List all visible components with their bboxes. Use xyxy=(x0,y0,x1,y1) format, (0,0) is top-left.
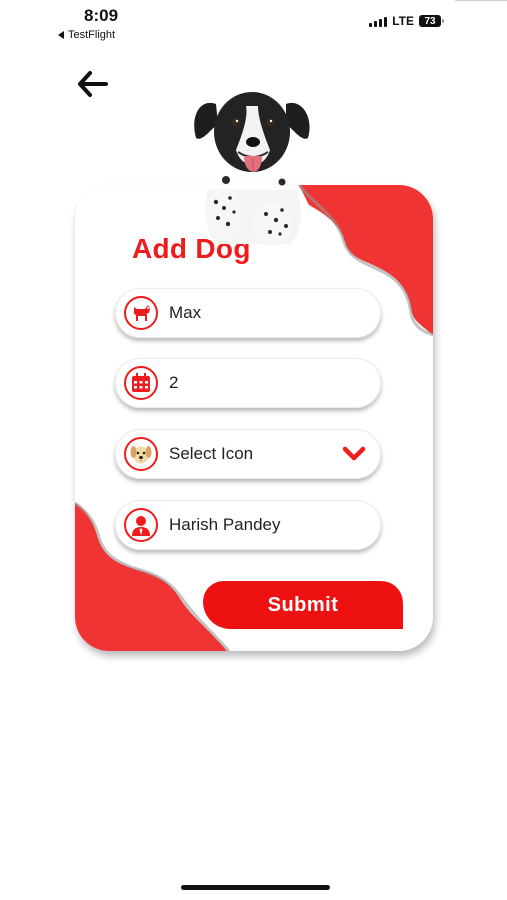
battery-icon: 73 xyxy=(419,15,444,27)
network-label: LTE xyxy=(392,14,414,28)
person-icon xyxy=(124,508,158,542)
back-triangle-icon xyxy=(58,31,64,39)
back-to-app-link[interactable]: TestFlight xyxy=(58,29,115,41)
status-time: 8:09 xyxy=(84,6,119,25)
dog-illustration xyxy=(194,92,310,246)
back-app-label: TestFlight xyxy=(68,29,116,41)
add-dog-screen: 8:09 TestFlight LTE 73 Add Dog Max 2 Sel… xyxy=(0,0,507,900)
dog-age-field[interactable] xyxy=(115,358,390,408)
dog-name-field[interactable] xyxy=(115,288,390,338)
back-button[interactable] xyxy=(72,66,112,102)
corner-divider xyxy=(455,0,507,1)
dog-age-input[interactable] xyxy=(169,373,390,393)
dog-icon xyxy=(124,296,158,330)
calendar-icon xyxy=(124,366,158,400)
dog-name-input[interactable] xyxy=(169,303,390,323)
home-indicator xyxy=(181,885,330,890)
select-icon-dropdown[interactable]: Select Icon xyxy=(115,429,381,479)
status-indicators: LTE 73 xyxy=(369,14,444,28)
select-icon-value: Select Icon xyxy=(169,444,254,463)
signal-icon xyxy=(369,16,388,27)
submit-button[interactable]: Submit xyxy=(203,581,403,629)
owner-name-input[interactable] xyxy=(169,515,390,535)
arrow-left-icon xyxy=(78,71,108,97)
add-dog-card: Add Dog Max 2 Select Icon Harish Pandey … xyxy=(75,185,433,651)
owner-name-field[interactable] xyxy=(115,500,390,550)
chevron-down-icon[interactable] xyxy=(339,442,369,466)
dog-face-icon xyxy=(124,437,158,471)
battery-level: 73 xyxy=(424,15,436,27)
